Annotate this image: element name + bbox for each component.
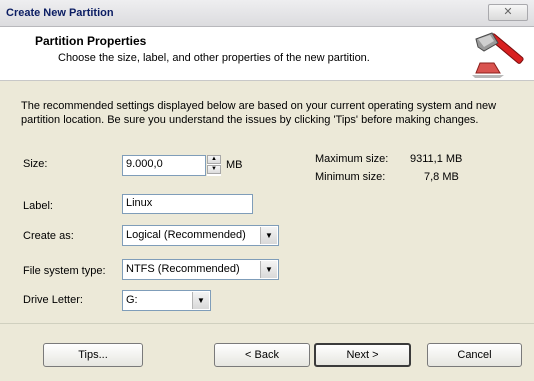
close-icon: ✕ <box>503 6 513 18</box>
chevron-down-icon[interactable]: ▼ <box>192 292 209 309</box>
drive-letter-value: G: <box>126 294 138 306</box>
chevron-down-icon[interactable]: ▼ <box>260 227 277 244</box>
drive-letter-label: Drive Letter: <box>23 294 83 306</box>
size-unit: MB <box>226 159 243 171</box>
next-button[interactable]: Next > <box>314 343 411 367</box>
create-as-value: Logical (Recommended) <box>126 229 246 241</box>
window-title: Create New Partition <box>6 7 114 19</box>
size-input[interactable]: 9.000,0 <box>122 155 206 176</box>
label-input[interactable]: Linux <box>122 194 253 214</box>
spin-down-button[interactable]: ▼ <box>207 165 221 174</box>
tips-button[interactable]: Tips... <box>43 343 143 367</box>
page-title: Partition Properties <box>35 34 147 48</box>
chevron-down-icon[interactable]: ▼ <box>260 261 277 278</box>
min-size-value: 7,8 MB <box>424 171 459 183</box>
hammer-icon <box>472 32 524 78</box>
max-size-value: 9311,1 MB <box>410 153 463 165</box>
min-size-label: Minimum size: <box>315 171 386 183</box>
wizard-body: The recommended settings displayed below… <box>0 81 534 381</box>
wizard-header: Partition Properties Choose the size, la… <box>0 27 534 81</box>
title-bar: Create New Partition ✕ <box>0 0 534 27</box>
size-label: Size: <box>23 158 48 170</box>
file-system-value: NTFS (Recommended) <box>126 263 240 275</box>
size-spinner: ▲ ▼ <box>207 155 221 176</box>
cancel-button[interactable]: Cancel <box>427 343 522 367</box>
page-subtitle: Choose the size, label, and other proper… <box>58 52 370 64</box>
create-as-select[interactable]: Logical (Recommended) ▼ <box>122 225 279 246</box>
spin-up-button[interactable]: ▲ <box>207 155 221 164</box>
file-system-label: File system type: <box>23 265 106 277</box>
close-button[interactable]: ✕ <box>488 4 528 21</box>
max-size-label: Maximum size: <box>315 153 389 165</box>
drive-letter-select[interactable]: G: ▼ <box>122 290 211 311</box>
label-label: Label: <box>23 200 53 212</box>
intro-text: The recommended settings displayed below… <box>21 100 497 126</box>
file-system-select[interactable]: NTFS (Recommended) ▼ <box>122 259 279 280</box>
back-button[interactable]: < Back <box>214 343 310 367</box>
divider <box>0 323 534 324</box>
create-as-label: Create as: <box>23 230 74 242</box>
